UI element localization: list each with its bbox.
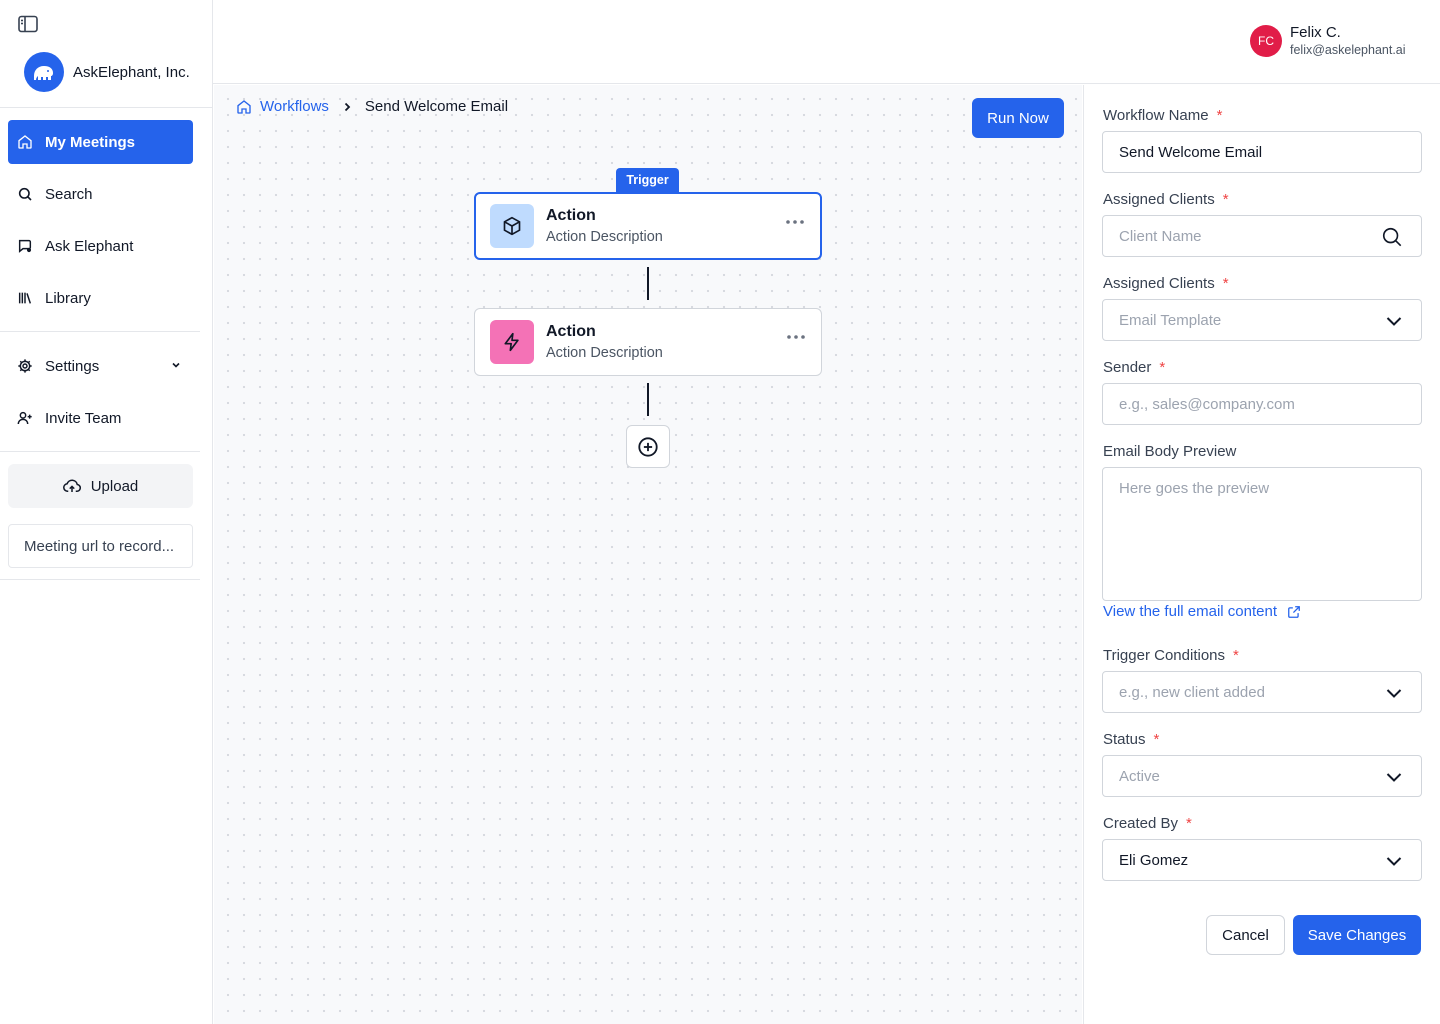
trigger-badge: Trigger bbox=[616, 168, 679, 192]
sidebar-item-search[interactable]: Search bbox=[8, 172, 193, 216]
cancel-button[interactable]: Cancel bbox=[1206, 915, 1285, 955]
divider bbox=[0, 331, 200, 332]
cloud-upload-icon bbox=[62, 479, 81, 492]
view-full-email-link[interactable]: View the full email content bbox=[1103, 603, 1301, 620]
top-header: FC Felix C. felix@askelephant.ai bbox=[213, 0, 1440, 84]
gear-icon bbox=[18, 359, 32, 373]
sidebar-item-label: My Meetings bbox=[45, 133, 136, 151]
box-icon bbox=[490, 204, 534, 248]
meeting-url-input[interactable] bbox=[8, 524, 193, 568]
more-options-icon[interactable] bbox=[786, 220, 804, 224]
trigger-conditions-label: Trigger Conditions * bbox=[1103, 647, 1239, 664]
workflow-canvas[interactable]: Workflows Send Welcome Email Run Now Tri… bbox=[214, 85, 1082, 1024]
search-icon bbox=[1382, 227, 1402, 247]
user-email: felix@askelephant.ai bbox=[1290, 43, 1406, 57]
divider bbox=[0, 579, 200, 580]
email-body-preview[interactable]: Here goes the preview bbox=[1102, 467, 1422, 601]
home-icon bbox=[18, 135, 32, 149]
status-label: Status * bbox=[1103, 731, 1160, 748]
chevron-down-icon bbox=[1386, 773, 1402, 782]
avatar: FC bbox=[1250, 25, 1282, 57]
breadcrumb-current: Send Welcome Email bbox=[364, 98, 509, 115]
plus-circle-icon bbox=[638, 436, 658, 457]
node-title: Action bbox=[546, 322, 596, 340]
lightning-icon bbox=[490, 320, 534, 364]
more-options-icon[interactable] bbox=[787, 335, 805, 339]
workflow-settings-panel: Workflow Name * Send Welcome Email Assign… bbox=[1083, 85, 1440, 1024]
chevron-right-icon bbox=[344, 102, 351, 111]
add-step-button[interactable] bbox=[626, 425, 670, 468]
sidebar-item-ask-elephant[interactable]: Ask Elephant bbox=[8, 224, 193, 268]
workflow-node-action[interactable]: Action Action Description bbox=[474, 308, 822, 376]
upload-button[interactable]: Upload bbox=[8, 464, 193, 508]
chevron-down-icon bbox=[1386, 689, 1402, 698]
home-icon[interactable] bbox=[236, 99, 252, 115]
node-connector bbox=[647, 383, 649, 416]
sidebar-item-invite-team[interactable]: Invite Team bbox=[8, 396, 193, 440]
sidebar-item-library[interactable]: Library bbox=[8, 276, 193, 320]
workflow-node-trigger[interactable]: Action Action Description bbox=[474, 192, 822, 260]
sidebar-item-label: Ask Elephant bbox=[45, 237, 134, 255]
created-by-select[interactable]: Eli Gomez bbox=[1102, 839, 1422, 881]
chevron-down-icon bbox=[1386, 317, 1402, 326]
email-template-select[interactable]: Email Template bbox=[1102, 299, 1422, 341]
sidebar-item-label: Settings bbox=[45, 357, 100, 375]
sidebar: AskElephant, Inc. My Meetings Search Ask… bbox=[0, 0, 213, 1024]
sidebar-item-label: Invite Team bbox=[45, 409, 122, 427]
library-icon bbox=[18, 292, 32, 304]
sender-input[interactable]: e.g., sales@company.com bbox=[1102, 383, 1422, 425]
chevron-down-icon bbox=[172, 362, 180, 368]
search-icon bbox=[18, 187, 32, 201]
sidebar-toggle-icon[interactable] bbox=[18, 15, 38, 33]
user-name: Felix C. bbox=[1290, 24, 1341, 41]
email-template-label: Assigned Clients * bbox=[1103, 275, 1229, 292]
org-switcher[interactable]: AskElephant, Inc. bbox=[24, 52, 190, 92]
trigger-conditions-select[interactable]: e.g., new client added bbox=[1102, 671, 1422, 713]
client-search-input[interactable]: Client Name bbox=[1102, 215, 1422, 257]
chat-icon bbox=[18, 239, 32, 253]
workflow-name-label: Workflow Name * bbox=[1103, 107, 1223, 124]
breadcrumb-workflows-link[interactable]: Workflows bbox=[260, 98, 329, 115]
created-by-label: Created By * bbox=[1103, 815, 1192, 832]
divider bbox=[0, 451, 200, 452]
assigned-clients-label: Assigned Clients * bbox=[1103, 191, 1229, 208]
user-menu[interactable]: FC Felix C. felix@askelephant.ai bbox=[1250, 24, 1406, 58]
node-title: Action bbox=[546, 206, 596, 224]
sidebar-item-settings[interactable]: Settings bbox=[8, 344, 193, 388]
node-description: Action Description bbox=[546, 344, 663, 361]
sidebar-item-my-meetings[interactable]: My Meetings bbox=[8, 120, 193, 164]
breadcrumb: Workflows Send Welcome Email bbox=[236, 98, 508, 115]
status-select[interactable]: Active bbox=[1102, 755, 1422, 797]
external-link-icon bbox=[1288, 605, 1300, 618]
node-description: Action Description bbox=[546, 228, 663, 245]
run-now-button[interactable]: Run Now bbox=[972, 98, 1064, 138]
user-plus-icon bbox=[17, 411, 32, 425]
chevron-down-icon bbox=[1386, 857, 1402, 866]
workflow-name-input[interactable]: Send Welcome Email bbox=[1102, 131, 1422, 173]
org-name: AskElephant, Inc. bbox=[73, 63, 190, 81]
elephant-logo-icon bbox=[24, 52, 64, 92]
save-changes-button[interactable]: Save Changes bbox=[1293, 915, 1421, 955]
sender-label: Sender * bbox=[1103, 359, 1166, 376]
sidebar-item-label: Library bbox=[45, 289, 91, 307]
upload-label: Upload bbox=[90, 477, 139, 495]
email-body-preview-label: Email Body Preview bbox=[1103, 443, 1237, 460]
divider bbox=[0, 107, 212, 108]
sidebar-item-label: Search bbox=[45, 185, 93, 203]
node-connector bbox=[647, 267, 649, 300]
